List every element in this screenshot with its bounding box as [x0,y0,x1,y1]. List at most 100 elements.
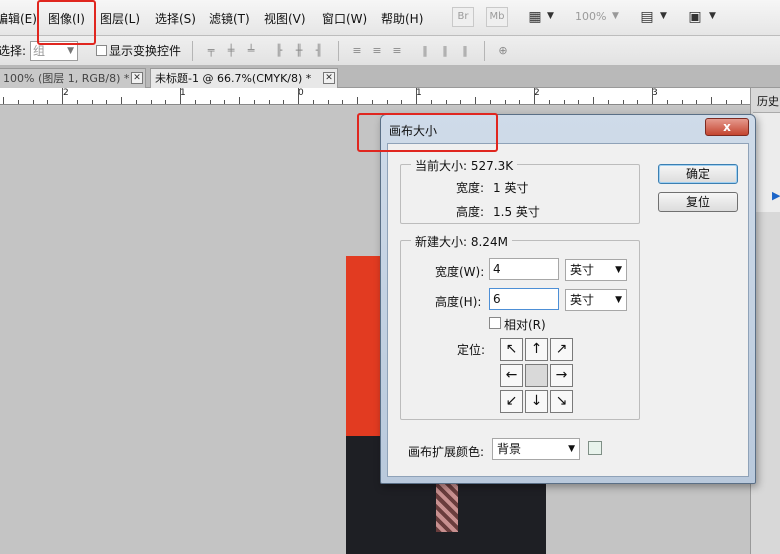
chevron-down-icon[interactable]: ▼ [547,11,555,21]
ruler-tick [239,97,240,104]
current-width-value: 1 英寸 [493,181,529,195]
menu-window[interactable]: 窗口(W) [322,10,367,27]
new-width-input[interactable]: 4 [489,258,559,280]
ruler-tick [549,100,550,104]
separator [192,41,193,61]
menu-select[interactable]: 选择(S) [155,10,196,27]
close-icon[interactable]: ✕ [131,72,143,84]
document-tab-bar: 100% (图层 1, RGB/8) * ✕ 未标题-1 @ 66.7%(CMY… [0,66,780,88]
current-height-value: 1.5 英寸 [493,205,540,219]
canvas-size-dialog: 画布大小 x 当前大小: 527.3K 宽度: 1 英寸 高度: 1.5 英寸 … [380,114,756,484]
view-extras-icon[interactable]: ▦ [526,8,544,26]
distribute-left-icon[interactable]: ‖ [418,44,432,58]
reset-button[interactable]: 复位 [658,192,738,212]
ruler-tick [224,100,225,104]
anchor-right[interactable]: → [550,364,573,387]
align-right-icon[interactable]: ╢ [312,44,326,58]
bridge-button[interactable]: Br [452,7,474,27]
current-height-label: 高度: [456,205,485,219]
current-size-title: 当前大小: 527.3K [411,157,518,174]
history-panel-title: 历史 [757,95,779,108]
ruler-tick [136,100,137,104]
extension-color-swatch[interactable] [588,441,602,455]
align-top-icon[interactable]: ╤ [204,44,218,58]
anchor-center[interactable] [525,364,548,387]
menu-edit[interactable]: 编辑(E) [0,10,37,27]
ruler-tick [505,100,506,104]
zoom-level[interactable]: 100% [575,10,606,23]
ruler-tick [593,97,594,104]
relative-label[interactable]: 相对(R) [504,316,546,333]
ruler-tick [475,97,476,104]
ok-button[interactable]: 确定 [658,164,738,184]
menu-filter[interactable]: 滤镜(T) [209,10,250,27]
ruler-tick [519,100,520,104]
relative-checkbox[interactable] [489,317,501,329]
menu-help[interactable]: 帮助(H) [381,10,423,27]
document-tab-2[interactable]: 未标题-1 @ 66.7%(CMYK/8) * ✕ [150,68,338,88]
ruler-tick [652,88,653,104]
align-hcenter-icon[interactable]: ╫ [292,44,306,58]
new-width-label: 宽度(W): [435,265,485,279]
close-icon[interactable]: ✕ [323,72,335,84]
distribute-right-icon[interactable]: ‖ [458,44,472,58]
ruler-tick [460,100,461,104]
auto-select-value: 组 [33,44,46,58]
anchor-top-left[interactable]: ↖ [500,338,523,361]
annotation-highlight-dialog-title [357,113,498,152]
show-transform-label: 显示变换控件 [109,44,182,58]
ruler-tick [534,88,535,104]
chevron-down-icon[interactable]: ▼ [709,11,717,21]
current-width-label: 宽度: [456,181,485,195]
ruler-tick [62,88,63,104]
document-tab-1[interactable]: 100% (图层 1, RGB/8) * ✕ [0,68,146,88]
dialog-body: 当前大小: 527.3K 宽度: 1 英寸 高度: 1.5 英寸 新建大小: 8… [387,143,749,477]
auto-align-icon[interactable]: ⊕ [496,44,510,58]
horizontal-ruler[interactable]: 2 1 0 1 2 3 [0,88,750,105]
ruler-tick [741,100,742,104]
history-state-arrow-icon: ▶ [772,189,780,202]
ruler-tick [682,100,683,104]
anchor-bottom[interactable]: ↓ [525,390,548,413]
anchor-top-right[interactable]: ↗ [550,338,573,361]
new-height-input[interactable]: 6 [489,288,559,310]
ruler-tick [564,100,565,104]
ruler-tick [490,100,491,104]
menu-view[interactable]: 视图(V) [264,10,306,27]
ruler-tick [431,100,432,104]
ruler-tick [667,100,668,104]
anchor-left[interactable]: ← [500,364,523,387]
menu-layer[interactable]: 图层(L) [100,10,140,27]
anchor-top[interactable]: ↑ [525,338,548,361]
anchor-bottom-left[interactable]: ↙ [500,390,523,413]
screen-mode-icon[interactable]: ▣ [686,8,704,26]
extension-color-select[interactable]: 背景 ▼ [492,438,580,460]
distribute-hcenter-icon[interactable]: ‖ [438,44,452,58]
new-height-unit-select[interactable]: 英寸 ▼ [565,289,627,311]
chevron-down-icon[interactable]: ▼ [660,11,668,21]
show-transform-checkbox[interactable] [96,45,107,56]
mini-bridge-button[interactable]: Mb [486,7,508,27]
current-size-group: 当前大小: 527.3K 宽度: 1 英寸 高度: 1.5 英寸 [400,157,640,224]
dialog-close-button[interactable]: x [705,118,749,136]
new-size-title: 新建大小: 8.24M [411,233,512,250]
ruler-tick [283,100,284,104]
align-bottom-icon[interactable]: ╧ [244,44,258,58]
ruler-tick [92,100,93,104]
extension-color-value: 背景 [497,442,522,456]
new-width-unit-select[interactable]: 英寸 ▼ [565,259,627,281]
arrange-documents-icon[interactable]: ▤ [638,8,656,26]
menu-bar: 编辑(E) 图像(I) 图层(L) 选择(S) 滤镜(T) 视图(V) 窗口(W… [0,0,780,36]
distribute-bottom-icon[interactable]: ≡ [390,44,404,58]
ruler-tick [578,100,579,104]
ruler-tick [269,100,270,104]
chevron-down-icon: ▼ [568,444,575,454]
distribute-vcenter-icon[interactable]: ≡ [370,44,384,58]
new-height-unit-value: 英寸 [570,293,595,307]
chevron-down-icon[interactable]: ▼ [612,11,620,21]
align-vcenter-icon[interactable]: ╪ [224,44,238,58]
distribute-top-icon[interactable]: ≡ [350,44,364,58]
ruler-tick [372,100,373,104]
anchor-bottom-right[interactable]: ↘ [550,390,573,413]
align-left-icon[interactable]: ╟ [272,44,286,58]
